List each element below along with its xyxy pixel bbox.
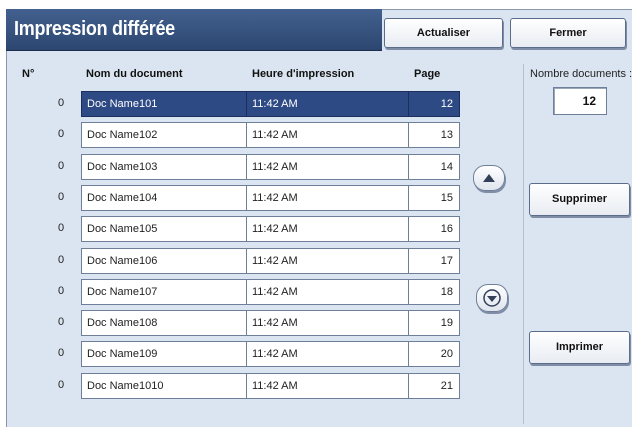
print-time-cell: 11:42 AM: [246, 341, 409, 367]
page-count-cell: 12: [408, 91, 460, 117]
document-row-cells[interactable]: Doc Name108 11:42 AM 19: [81, 310, 461, 336]
print-time-cell: 11:42 AM: [246, 310, 409, 336]
page-count-cell: 14: [408, 154, 460, 180]
document-count-value: 12: [553, 87, 607, 115]
close-button[interactable]: Fermer: [510, 18, 626, 48]
document-row-cells[interactable]: Doc Name105 11:42 AM 16: [81, 216, 461, 242]
row-number: 0: [58, 379, 65, 391]
document-name-cell: Doc Name108: [81, 310, 247, 336]
page-count-cell: 17: [408, 248, 460, 274]
print-time-cell: 11:42 AM: [246, 279, 409, 305]
title-bar: Impression différée: [6, 9, 382, 51]
side-panel-divider: [523, 64, 524, 424]
chevron-down-icon: [483, 289, 501, 307]
page-count-cell: 15: [408, 185, 460, 211]
document-row-cells[interactable]: Doc Name1010 11:42 AM 21: [81, 373, 461, 399]
document-name-cell: Doc Name103: [81, 154, 247, 180]
print-time-cell: 11:42 AM: [246, 122, 409, 148]
document-name-cell: Doc Name105: [81, 216, 247, 242]
document-row-cells[interactable]: Doc Name103 11:42 AM 14: [81, 154, 461, 180]
document-name-cell: Doc Name109: [81, 341, 247, 367]
row-number: 0: [58, 160, 65, 172]
document-name-cell: Doc Name1010: [81, 373, 247, 399]
document-row-cells[interactable]: Doc Name106 11:42 AM 17: [81, 248, 461, 274]
page-title: Impression différée: [14, 18, 175, 40]
column-header-print-time: Heure d'impression: [252, 68, 355, 80]
row-number: 0: [58, 222, 65, 234]
document-name-cell: Doc Name102: [81, 122, 247, 148]
row-number: 0: [58, 128, 65, 140]
document-name-cell: Doc Name104: [81, 185, 247, 211]
table-row: 0 Doc Name106 11:42 AM 17: [0, 248, 460, 274]
document-name-cell: Doc Name107: [81, 279, 247, 305]
document-row-cells[interactable]: Doc Name109 11:42 AM 20: [81, 341, 461, 367]
table-row: 0 Doc Name105 11:42 AM 16: [0, 216, 460, 242]
column-header-page: Page: [414, 68, 441, 80]
row-number: 0: [58, 347, 65, 359]
document-name-cell: Doc Name106: [81, 248, 247, 274]
document-row-cells[interactable]: Doc Name101 11:42 AM 12: [81, 91, 461, 117]
row-number: 0: [58, 254, 65, 266]
scroll-down-button[interactable]: [476, 284, 508, 312]
row-number: 0: [58, 191, 65, 203]
table-row: 0 Doc Name1010 11:42 AM 21: [0, 373, 460, 399]
scroll-up-button[interactable]: [473, 165, 505, 191]
print-time-cell: 11:42 AM: [246, 373, 409, 399]
document-name-cell: Doc Name101: [81, 91, 247, 117]
column-header-number: N°: [22, 68, 35, 80]
table-row: 0 Doc Name109 11:42 AM 20: [0, 341, 460, 367]
page-count-cell: 19: [408, 310, 460, 336]
print-time-cell: 11:42 AM: [246, 91, 409, 117]
row-number: 0: [58, 316, 65, 328]
document-row-cells[interactable]: Doc Name102 11:42 AM 13: [81, 122, 461, 148]
page-count-cell: 16: [408, 216, 460, 242]
page-count-cell: 18: [408, 279, 460, 305]
table-row: 0 Doc Name102 11:42 AM 13: [0, 122, 460, 148]
document-row-cells[interactable]: Doc Name107 11:42 AM 18: [81, 279, 461, 305]
print-time-cell: 11:42 AM: [246, 216, 409, 242]
print-button[interactable]: Imprimer: [529, 331, 630, 364]
refresh-button[interactable]: Actualiser: [384, 18, 503, 48]
page-count-cell: 20: [408, 341, 460, 367]
document-row-cells[interactable]: Doc Name104 11:42 AM 15: [81, 185, 461, 211]
print-time-cell: 11:42 AM: [246, 154, 409, 180]
table-row: 0 Doc Name101 11:42 AM 12: [0, 91, 460, 117]
page-count-cell: 13: [408, 122, 460, 148]
delete-button[interactable]: Supprimer: [529, 183, 630, 216]
table-row: 0 Doc Name107 11:42 AM 18: [0, 279, 460, 305]
print-time-cell: 11:42 AM: [246, 248, 409, 274]
triangle-up-icon: [483, 174, 495, 182]
table-row: 0 Doc Name108 11:42 AM 19: [0, 310, 460, 336]
row-number: 0: [58, 285, 65, 297]
document-count-label: Nombre documents :: [530, 68, 632, 80]
page-count-cell: 21: [408, 373, 460, 399]
table-row: 0 Doc Name104 11:42 AM 15: [0, 185, 460, 211]
row-number: 0: [58, 97, 65, 109]
print-time-cell: 11:42 AM: [246, 185, 409, 211]
column-header-document-name: Nom du document: [86, 68, 183, 80]
table-row: 0 Doc Name103 11:42 AM 14: [0, 154, 460, 180]
